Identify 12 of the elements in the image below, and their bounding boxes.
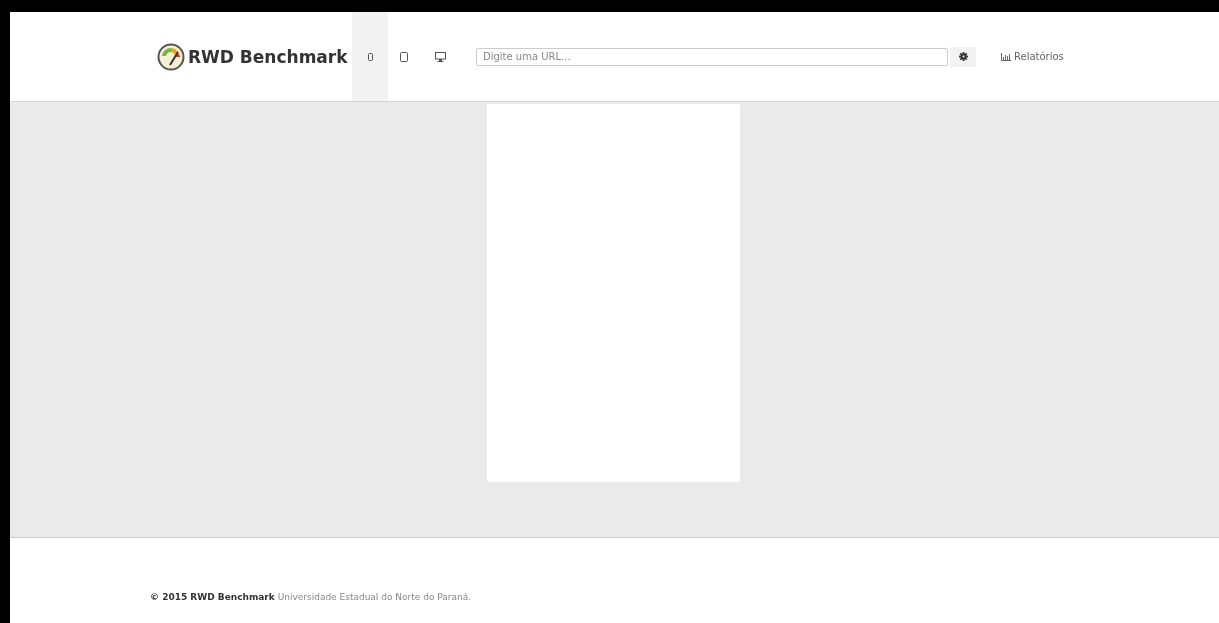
monitor-icon [434, 51, 446, 62]
url-field[interactable]: Digite uma URL... [476, 47, 948, 66]
settings-button[interactable] [950, 46, 976, 67]
brand-name[interactable]: RWD Benchmark [188, 46, 348, 67]
settings-icon [958, 52, 968, 61]
tablet-icon [400, 51, 408, 62]
reports-link[interactable]: Relatórios [1001, 51, 1064, 62]
phone-icon [367, 52, 373, 61]
gauge-logo-icon [157, 42, 185, 71]
footer-text: © 2015 RWD Benchmark Universidade Estadual do Norte do Paraná. [150, 592, 473, 602]
bar-chart-icon [1001, 52, 1011, 61]
mobile-view-button[interactable] [352, 12, 388, 101]
